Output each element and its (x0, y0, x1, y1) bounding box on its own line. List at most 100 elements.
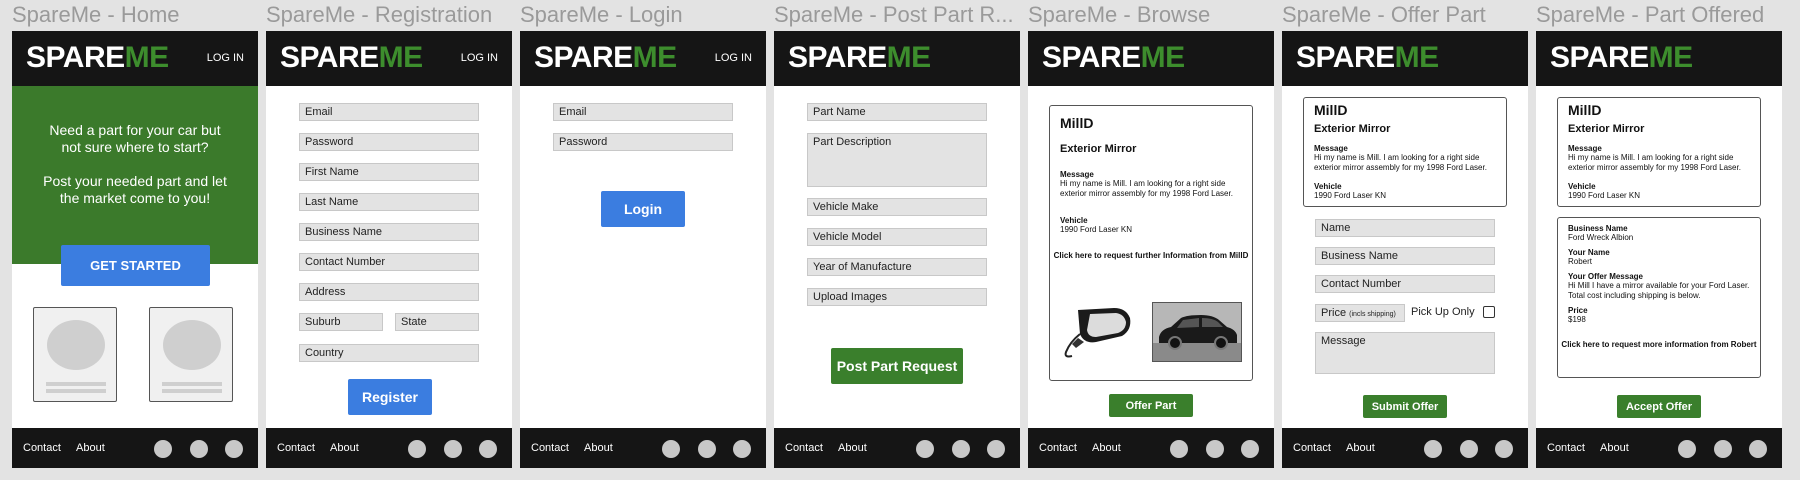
part-description-field[interactable]: Part Description (807, 133, 987, 187)
contact-number-field[interactable]: Contact Number (1315, 275, 1495, 293)
footer-contact-link[interactable]: Contact (531, 442, 569, 454)
part-request-summary: MillD Exterior Mirror Message Hi my name… (1557, 97, 1761, 207)
social-icon[interactable] (1206, 440, 1224, 458)
social-icon[interactable] (479, 440, 497, 458)
pickup-only-checkbox[interactable] (1483, 306, 1495, 318)
upload-images-field[interactable]: Upload Images (807, 288, 987, 306)
state-field[interactable]: State (395, 313, 479, 331)
footer-about-link[interactable]: About (76, 442, 105, 454)
screen-registration: SpareMe - Registration SPAREME LOG IN Em… (266, 0, 512, 470)
email-field[interactable]: Email (299, 103, 479, 121)
get-started-button[interactable]: GET STARTED (61, 245, 210, 286)
social-icon[interactable] (1749, 440, 1767, 458)
social-icon[interactable] (987, 440, 1005, 458)
social-icon[interactable] (1495, 440, 1513, 458)
social-icon[interactable] (662, 440, 680, 458)
featured-card-2[interactable] (149, 307, 233, 402)
footer-contact-link[interactable]: Contact (1547, 442, 1585, 454)
post-part-request-button[interactable]: Post Part Request (831, 348, 963, 384)
business-name-field[interactable]: Business Name (1315, 247, 1495, 265)
password-field[interactable]: Password (553, 133, 733, 151)
name-field[interactable]: Name (1315, 219, 1495, 237)
offer-message-field[interactable]: Message (1315, 332, 1495, 374)
year-of-manufacture-field[interactable]: Year of Manufacture (807, 258, 987, 276)
footer-about-link[interactable]: About (838, 442, 867, 454)
request-info-link[interactable]: Click here to request further Informatio… (1052, 251, 1250, 260)
business-name-field[interactable]: Business Name (299, 223, 479, 241)
submit-offer-button[interactable]: Submit Offer (1363, 395, 1447, 418)
social-icon[interactable] (698, 440, 716, 458)
first-name-field[interactable]: First Name (299, 163, 479, 181)
logo[interactable]: SPAREME (534, 41, 677, 75)
logo-me: ME (632, 41, 678, 74)
accept-offer-button[interactable]: Accept Offer (1617, 395, 1701, 418)
footer-contact-link[interactable]: Contact (23, 442, 61, 454)
social-icon[interactable] (444, 440, 462, 458)
social-icon[interactable] (952, 440, 970, 458)
social-icon[interactable] (1170, 440, 1188, 458)
phone-frame: SPAREME MillD Exterior Mirror Message Hi… (1536, 31, 1782, 468)
price-field[interactable]: Price (incls shipping) (1315, 304, 1405, 322)
vehicle-model-field[interactable]: Vehicle Model (807, 228, 987, 246)
phone-frame: SPAREME MillD Exterior Mirror Message Hi… (1282, 31, 1528, 468)
screen-title: SpareMe - Registration (266, 2, 493, 27)
footer-about-link[interactable]: About (1092, 442, 1121, 454)
mirror-image (1056, 302, 1140, 362)
social-icon[interactable] (154, 440, 172, 458)
footer-about-link[interactable]: About (1600, 442, 1629, 454)
logo[interactable]: SPAREME (1550, 41, 1693, 75)
social-icon[interactable] (190, 440, 208, 458)
login-link[interactable]: LOG IN (715, 52, 752, 64)
social-icon[interactable] (1678, 440, 1696, 458)
screen-post-part-request: SpareMe - Post Part R... SPAREME Part Na… (774, 0, 1020, 470)
footer-contact-link[interactable]: Contact (277, 442, 315, 454)
email-field[interactable]: Email (553, 103, 733, 121)
footer-about-link[interactable]: About (1346, 442, 1375, 454)
contact-number-field[interactable]: Contact Number (299, 253, 479, 271)
social-icon[interactable] (408, 440, 426, 458)
app-header: SPAREME (1282, 31, 1528, 86)
address-field[interactable]: Address (299, 283, 479, 301)
part-name-field[interactable]: Part Name (807, 103, 987, 121)
social-icon[interactable] (225, 440, 243, 458)
hero-line-1: Need a part for your car but not sure wh… (49, 122, 221, 155)
request-vehicle: 1990 Ford Laser KN (1060, 225, 1133, 234)
seller-info-link[interactable]: Click here to request more information f… (1560, 340, 1758, 349)
offer-message-label: Your Offer Message (1568, 272, 1643, 281)
social-icon[interactable] (1424, 440, 1442, 458)
suburb-field[interactable]: Suburb (299, 313, 383, 331)
last-name-field[interactable]: Last Name (299, 193, 479, 211)
app-footer: Contact About (774, 428, 1020, 468)
vehicle-make-field[interactable]: Vehicle Make (807, 198, 987, 216)
logo[interactable]: SPAREME (26, 41, 169, 75)
app-footer: Contact About (266, 428, 512, 468)
screen-login: SpareMe - Login SPAREME LOG IN Email Pas… (520, 0, 766, 470)
password-field[interactable]: Password (299, 133, 479, 151)
login-link[interactable]: LOG IN (461, 52, 498, 64)
login-link[interactable]: LOG IN (207, 52, 244, 64)
screen-title: SpareMe - Browse (1028, 2, 1211, 27)
social-icon[interactable] (1241, 440, 1259, 458)
offer-part-button[interactable]: Offer Part (1109, 394, 1193, 417)
app-footer: Contact About (1282, 428, 1528, 468)
logo[interactable]: SPAREME (1042, 41, 1185, 75)
footer-contact-link[interactable]: Contact (1293, 442, 1331, 454)
social-icon[interactable] (1714, 440, 1732, 458)
logo[interactable]: SPAREME (1296, 41, 1439, 75)
request-message: Hi my name is Mill. I am looking for a r… (1060, 179, 1233, 198)
footer-contact-link[interactable]: Contact (785, 442, 823, 454)
country-field[interactable]: Country (299, 344, 479, 362)
social-icon[interactable] (1460, 440, 1478, 458)
login-button[interactable]: Login (601, 191, 685, 227)
social-icon[interactable] (733, 440, 751, 458)
phone-frame: SPAREME MillD Exterior Mirror Message Hi… (1028, 31, 1274, 468)
footer-contact-link[interactable]: Contact (1039, 442, 1077, 454)
footer-about-link[interactable]: About (330, 442, 359, 454)
footer-about-link[interactable]: About (584, 442, 613, 454)
logo[interactable]: SPAREME (280, 41, 423, 75)
featured-card-1[interactable] (33, 307, 117, 402)
logo-spare: SPARE (280, 41, 379, 74)
social-icon[interactable] (916, 440, 934, 458)
register-button[interactable]: Register (348, 379, 432, 415)
logo[interactable]: SPAREME (788, 41, 931, 75)
